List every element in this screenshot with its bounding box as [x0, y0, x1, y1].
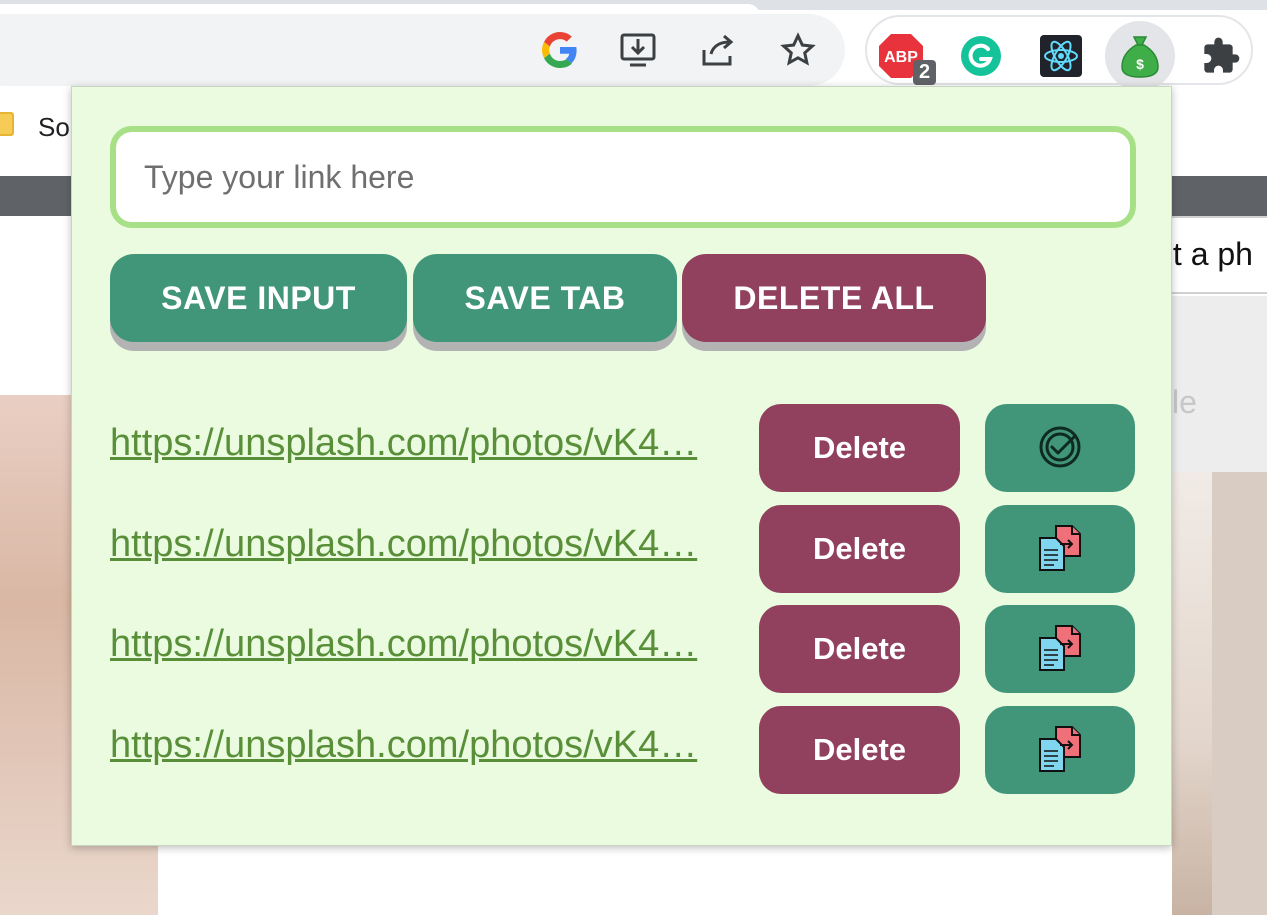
save-input-button[interactable]: SAVE INPUT	[110, 254, 407, 342]
copy-document-icon	[1034, 522, 1086, 577]
star-icon[interactable]	[776, 28, 820, 72]
delete-link-button[interactable]: Delete	[759, 404, 960, 492]
extension-popup: SAVE INPUT SAVE TAB DELETE ALL https://u…	[71, 86, 1172, 846]
delete-link-button[interactable]: Delete	[759, 505, 960, 593]
link-row: https://unsplash.com/photos/vK4… Delete	[110, 706, 1136, 794]
extensions-area: ABP 2 $	[865, 15, 1253, 91]
save-tab-button[interactable]: SAVE TAB	[413, 254, 677, 342]
browser-toolbar: ABP 2 $	[0, 10, 1267, 91]
money-bag-icon[interactable]: $	[1105, 21, 1175, 91]
folder-icon[interactable]	[0, 112, 14, 136]
background-photo-right	[1172, 472, 1267, 915]
link-row: https://unsplash.com/photos/vK4… Delete	[110, 605, 1136, 693]
background-faded-text: le	[1172, 384, 1197, 420]
copy-document-icon	[1034, 723, 1086, 778]
address-bar[interactable]	[0, 14, 845, 86]
install-app-icon[interactable]	[616, 28, 660, 72]
link-row: https://unsplash.com/photos/vK4… Delete	[110, 404, 1136, 492]
link-row: https://unsplash.com/photos/vK4… Delete	[110, 505, 1136, 593]
saved-link[interactable]: https://unsplash.com/photos/vK4…	[110, 523, 732, 566]
copied-button[interactable]	[985, 404, 1135, 492]
react-devtools-icon[interactable]	[1037, 32, 1085, 80]
copy-link-button[interactable]	[985, 605, 1135, 693]
saved-link[interactable]: https://unsplash.com/photos/vK4…	[110, 422, 732, 465]
svg-text:$: $	[1136, 56, 1144, 72]
delete-link-button[interactable]: Delete	[759, 706, 960, 794]
adblock-plus-icon[interactable]: ABP 2	[877, 32, 937, 85]
grammarly-icon[interactable]	[957, 32, 1005, 80]
check-circle-icon	[1037, 424, 1083, 473]
copy-document-icon	[1034, 622, 1086, 677]
delete-link-button[interactable]: Delete	[759, 605, 960, 693]
saved-link[interactable]: https://unsplash.com/photos/vK4…	[110, 623, 732, 666]
link-input[interactable]	[110, 126, 1136, 228]
share-icon[interactable]	[696, 28, 740, 72]
copy-link-button[interactable]	[985, 505, 1135, 593]
delete-all-button[interactable]: DELETE ALL	[682, 254, 986, 342]
copy-link-button[interactable]	[985, 706, 1135, 794]
google-icon[interactable]	[538, 28, 582, 72]
puzzle-icon[interactable]	[1197, 32, 1245, 80]
adblock-badge: 2	[913, 60, 937, 85]
bookmark-label[interactable]: So	[38, 112, 70, 143]
saved-link[interactable]: https://unsplash.com/photos/vK4…	[110, 724, 732, 767]
